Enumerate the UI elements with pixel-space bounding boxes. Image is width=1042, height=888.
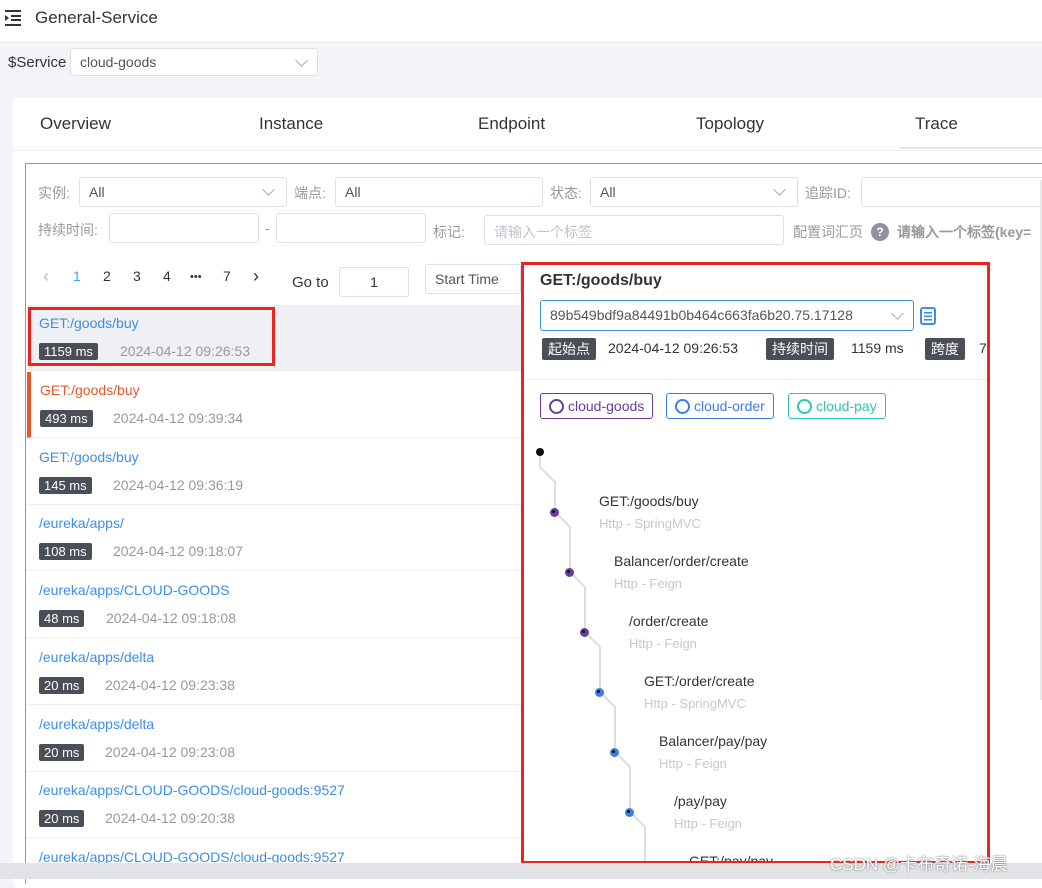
watermark: CSDN @卡布奇诺-海晨 bbox=[830, 855, 1008, 874]
trace-duration-badge: 48 ms bbox=[39, 610, 85, 627]
trace-start-time: 2024-04-12 09:23:38 bbox=[105, 677, 235, 693]
sort-select-value: Start Time bbox=[435, 271, 499, 287]
page-2[interactable]: 2 bbox=[103, 268, 111, 284]
status-select[interactable]: All bbox=[590, 177, 798, 207]
trace-duration-badge: 20 ms bbox=[39, 677, 85, 694]
chevron-down-icon bbox=[262, 183, 275, 196]
sort-select[interactable]: Start Time bbox=[425, 264, 521, 294]
trace-list-item[interactable]: /eureka/apps/delta 20 ms 2024-04-12 09:2… bbox=[27, 639, 521, 705]
trace-duration-badge: 108 ms bbox=[39, 543, 92, 560]
goto-page-input[interactable]: 1 bbox=[339, 267, 409, 297]
trace-endpoint-name: /eureka/apps/delta bbox=[39, 716, 155, 732]
endpoint-input-value: All bbox=[345, 184, 361, 200]
status-filter-label: 状态: bbox=[550, 185, 582, 201]
status-select-value: All bbox=[600, 184, 616, 200]
instance-select[interactable]: All bbox=[79, 177, 287, 207]
page-3[interactable]: 3 bbox=[133, 268, 141, 284]
active-tab-indicator bbox=[900, 147, 1042, 149]
trace-start-time: 2024-04-12 09:20:38 bbox=[105, 810, 235, 826]
pagination-prev-icon[interactable]: ‹ bbox=[43, 266, 49, 287]
service-select[interactable]: cloud-goods bbox=[70, 48, 318, 76]
trace-id-label: 追踪ID: bbox=[805, 185, 851, 201]
page-4[interactable]: 4 bbox=[163, 268, 171, 284]
service-label: $Service bbox=[8, 54, 67, 71]
service-select-value: cloud-goods bbox=[80, 54, 157, 70]
duration-max-input[interactable] bbox=[276, 213, 426, 243]
page-7[interactable]: 7 bbox=[223, 268, 231, 284]
goto-label: Go to bbox=[292, 274, 329, 291]
trace-endpoint-name: /eureka/apps/ bbox=[39, 515, 124, 531]
trace-duration-badge: 20 ms bbox=[39, 744, 85, 761]
pagination-next-icon[interactable]: › bbox=[253, 266, 259, 287]
trace-duration-badge: 20 ms bbox=[39, 810, 85, 827]
trace-start-time: 2024-04-12 09:39:34 bbox=[113, 410, 243, 426]
top-bar: General-Service bbox=[0, 0, 1042, 43]
instance-select-value: All bbox=[89, 184, 105, 200]
tag-filter-label: 标记: bbox=[433, 224, 465, 240]
trace-duration-badge: 145 ms bbox=[39, 477, 92, 494]
trace-list-item[interactable]: GET:/goods/buy 493 ms 2024-04-12 09:39:3… bbox=[27, 372, 521, 438]
tab-bar: Overview Instance Endpoint Topology Trac… bbox=[13, 98, 1042, 151]
tag-input[interactable]: 请输入一个标签 bbox=[484, 215, 784, 245]
trace-start-time: 2024-04-12 09:18:08 bbox=[106, 610, 236, 626]
trace-list-item[interactable]: /eureka/apps/ 108 ms 2024-04-12 09:18:07 bbox=[27, 505, 521, 571]
chevron-down-icon bbox=[773, 183, 786, 196]
page-1[interactable]: 1 bbox=[73, 268, 81, 284]
duration-filter-label: 持续时间: bbox=[38, 222, 98, 238]
trace-start-time: 2024-04-12 09:18:07 bbox=[113, 543, 243, 559]
trace-list-item[interactable]: /eureka/apps/delta 20 ms 2024-04-12 09:2… bbox=[27, 706, 521, 772]
trace-start-time: 2024-04-12 09:23:08 bbox=[105, 744, 235, 760]
trace-list-item[interactable]: /eureka/apps/CLOUD-GOODS/cloud-goods:952… bbox=[27, 772, 521, 838]
tab-overview[interactable]: Overview bbox=[40, 114, 111, 134]
chevron-down-icon bbox=[295, 54, 308, 67]
trace-start-time: 2024-04-12 09:36:19 bbox=[113, 477, 243, 493]
duration-separator: - bbox=[265, 220, 270, 236]
trace-endpoint-name: GET:/goods/buy bbox=[40, 382, 140, 398]
tab-trace[interactable]: Trace bbox=[915, 114, 958, 134]
config-vocabulary-link[interactable]: 配置词汇页 bbox=[793, 222, 863, 242]
trace-id-input[interactable] bbox=[861, 177, 1042, 207]
endpoint-input[interactable]: All bbox=[335, 177, 543, 207]
instance-filter-label: 实例: bbox=[38, 185, 70, 201]
trace-list-item[interactable]: GET:/goods/buy 145 ms 2024-04-12 09:36:1… bbox=[27, 439, 521, 505]
tab-topology[interactable]: Topology bbox=[696, 114, 764, 134]
help-icon[interactable]: ? bbox=[871, 223, 889, 241]
trace-endpoint-name: /eureka/apps/delta bbox=[39, 649, 155, 665]
pagination-ellipsis[interactable]: ••• bbox=[190, 271, 202, 283]
trace-endpoint-name: GET:/goods/buy bbox=[39, 449, 139, 465]
highlight-box bbox=[521, 262, 990, 864]
tab-instance[interactable]: Instance bbox=[259, 114, 323, 134]
highlight-box bbox=[28, 307, 275, 366]
tab-endpoint[interactable]: Endpoint bbox=[478, 114, 545, 134]
trace-endpoint-name: /eureka/apps/CLOUD-GOODS/cloud-goods:952… bbox=[39, 782, 345, 798]
tag-input-placeholder: 请输入一个标签 bbox=[494, 224, 592, 240]
duration-min-input[interactable] bbox=[109, 213, 259, 243]
menu-fold-icon[interactable] bbox=[5, 9, 21, 27]
trace-list: GET:/goods/buy 1159 ms 2024-04-12 09:26:… bbox=[27, 305, 521, 879]
tag-format-hint: 请输入一个标签(key= bbox=[897, 224, 1032, 240]
app-title: General-Service bbox=[35, 8, 158, 27]
trace-list-item[interactable]: /eureka/apps/CLOUD-GOODS 48 ms 2024-04-1… bbox=[27, 572, 521, 638]
trace-duration-badge: 493 ms bbox=[40, 410, 93, 427]
trace-endpoint-name: /eureka/apps/CLOUD-GOODS bbox=[39, 582, 230, 598]
endpoint-filter-label: 端点: bbox=[294, 185, 326, 201]
